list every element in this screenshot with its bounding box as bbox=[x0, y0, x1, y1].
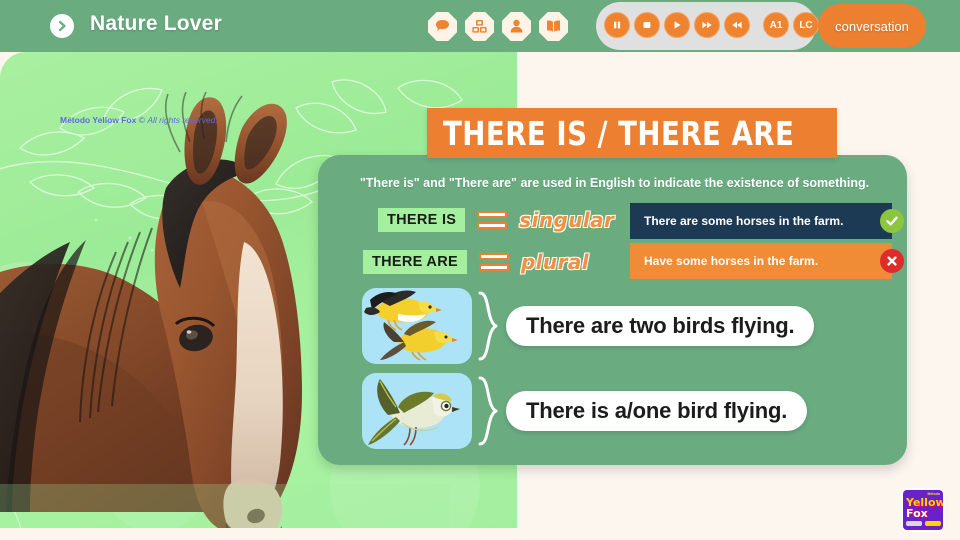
sentence-part: flying. bbox=[731, 313, 795, 338]
slide-root: Método Yellow Fox © All rights reserved.… bbox=[0, 0, 960, 540]
example-row-singular: There is a/one bird flying. bbox=[362, 373, 808, 449]
brace-icon bbox=[476, 291, 502, 361]
rule-row-singular: THERE IS singular bbox=[378, 208, 614, 232]
example-row-plural: There are two birds flying. bbox=[362, 288, 815, 364]
lesson-card: "There is" and "There are" are used in E… bbox=[318, 155, 907, 465]
sentence-part: are bbox=[590, 313, 630, 338]
sentence-bubble-plural: There are two birds flying. bbox=[506, 306, 815, 346]
rule-tag-there-are: THERE ARE bbox=[363, 250, 467, 274]
logo-line-2: Fox bbox=[906, 507, 928, 520]
rule-word-plural: plural bbox=[520, 250, 589, 274]
check-icon bbox=[880, 209, 904, 233]
logo-bar-left bbox=[906, 521, 922, 526]
pause-icon[interactable] bbox=[604, 12, 630, 38]
sentence-part: There bbox=[526, 313, 591, 338]
rewind-icon[interactable] bbox=[724, 12, 750, 38]
copyright-note: Método Yellow Fox © All rights reserved. bbox=[60, 115, 218, 125]
conversation-button[interactable]: conversation bbox=[818, 4, 926, 48]
logo-bar-right bbox=[925, 521, 941, 526]
sentence-part: There bbox=[526, 398, 591, 423]
one-bird-image bbox=[362, 373, 472, 449]
example-incorrect-text: Have some horses in the farm. bbox=[644, 254, 819, 268]
sentence-part: two birds bbox=[629, 313, 732, 338]
speech-bubble-icon[interactable] bbox=[428, 12, 457, 41]
two-birds-image bbox=[362, 288, 472, 364]
cross-icon bbox=[880, 249, 904, 273]
chevron-right-icon[interactable] bbox=[50, 14, 74, 38]
example-correct-text: There are some horses in the farm. bbox=[644, 214, 844, 228]
equals-icon bbox=[477, 211, 508, 229]
book-icon[interactable] bbox=[539, 12, 568, 41]
header-icon-group bbox=[428, 12, 568, 41]
page-title: THERE IS / THERE ARE bbox=[443, 113, 795, 153]
example-incorrect: Have some horses in the farm. bbox=[630, 243, 904, 279]
play-icon[interactable] bbox=[664, 12, 690, 38]
example-correct: There are some horses in the farm. bbox=[630, 203, 904, 239]
copyright-brand: Método Yellow Fox bbox=[60, 115, 137, 125]
sentence-part: is bbox=[590, 398, 615, 423]
level-badge-a1[interactable]: A1 bbox=[763, 12, 789, 38]
copyright-symbol: © bbox=[138, 115, 145, 125]
yellow-fox-logo[interactable]: Método Yellow Fox bbox=[901, 488, 945, 532]
page-heading: Nature Lover bbox=[90, 12, 222, 35]
blocks-icon[interactable] bbox=[465, 12, 494, 41]
fast-forward-icon[interactable] bbox=[694, 12, 720, 38]
top-header-bar: Nature Lover A1 LC conversation bbox=[0, 0, 960, 52]
sentence-part: a/one bird bbox=[614, 398, 724, 423]
person-icon[interactable] bbox=[502, 12, 531, 41]
lc-badge[interactable]: LC bbox=[793, 12, 819, 38]
sentence-part: flying. bbox=[723, 398, 788, 423]
lesson-title-banner: THERE IS / THERE ARE bbox=[427, 108, 837, 158]
media-controls: A1 LC bbox=[604, 12, 819, 38]
rule-row-plural: THERE ARE plural bbox=[363, 250, 589, 274]
sentence-bubble-singular: There is a/one bird flying. bbox=[506, 391, 808, 431]
copyright-rest: All rights reserved. bbox=[147, 115, 218, 125]
rule-word-singular: singular bbox=[519, 208, 615, 232]
brace-icon bbox=[476, 376, 502, 446]
lesson-subtitle: "There is" and "There are" are used in E… bbox=[359, 176, 870, 190]
rule-tag-there-is: THERE IS bbox=[378, 208, 466, 232]
equals-icon bbox=[478, 253, 509, 271]
stop-icon[interactable] bbox=[634, 12, 660, 38]
